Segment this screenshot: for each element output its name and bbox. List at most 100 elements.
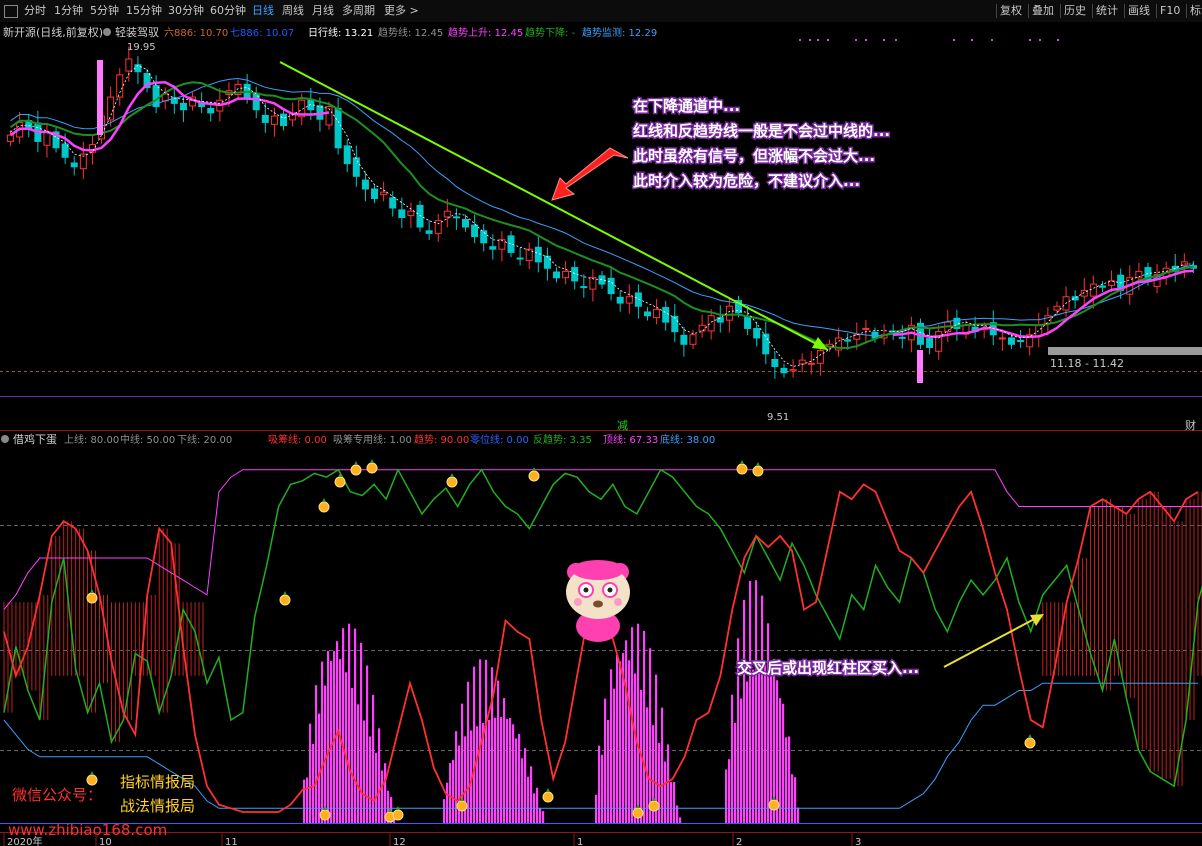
candle-body <box>534 246 542 263</box>
pink-column <box>318 713 321 823</box>
candle-body <box>107 96 115 121</box>
sub-legend-item: 上线: 80.00 <box>64 433 119 446</box>
candle-body <box>261 114 269 123</box>
pink-column <box>342 628 345 823</box>
pink-column <box>782 703 785 823</box>
candle-body <box>352 157 360 177</box>
time-axis-label: 2 <box>736 837 742 846</box>
main-legend-item: 趋势线: 12.45 <box>378 26 443 39</box>
coin-icon <box>632 807 644 819</box>
candle-body <box>425 230 433 234</box>
pink-column <box>515 738 518 823</box>
pink-column <box>610 669 613 823</box>
coin-leaf <box>322 498 326 502</box>
coin-icon <box>736 463 748 475</box>
pink-column <box>485 659 488 823</box>
signal-dot <box>799 39 801 41</box>
candle-body <box>70 162 78 168</box>
coin-leaf <box>283 591 287 595</box>
pink-column <box>503 698 506 823</box>
bear-mascot-icon <box>566 560 630 642</box>
candle-body <box>1017 339 1025 342</box>
candle-body <box>489 246 497 250</box>
candle-body <box>862 327 870 330</box>
main-panel <box>0 22 1202 430</box>
signal-dot <box>953 39 955 41</box>
coin-icon <box>752 465 764 477</box>
candle-body <box>680 334 688 345</box>
pink-column <box>791 774 794 823</box>
candle-body <box>616 296 624 304</box>
sub-legend: 借鸡下蛋 上线: 80.00 中线: 50.00 下线: 20.00 吸筹线: 0.00… <box>1 432 715 446</box>
coin-icon <box>392 809 404 821</box>
pink-column <box>455 731 458 823</box>
candle-body <box>1053 305 1061 311</box>
pink-column <box>330 660 333 823</box>
coin-icon <box>1024 737 1036 749</box>
candle-body <box>43 131 51 146</box>
candle-body <box>280 113 288 127</box>
coin-icon <box>86 592 98 604</box>
coin-leaf <box>740 460 744 464</box>
pink-column <box>542 811 545 823</box>
pink-column <box>354 628 357 823</box>
pink-column <box>604 698 607 823</box>
yellow-arrow-line <box>943 615 1041 668</box>
pink-column <box>360 642 363 823</box>
pink-column <box>372 694 375 823</box>
pink-column <box>369 736 372 823</box>
annotation-line-2: 红线和反趋势线一般是不会过中线的... <box>633 122 890 140</box>
pink-column <box>788 736 791 823</box>
pink-column <box>473 666 476 823</box>
candle-body <box>698 324 706 332</box>
pink-column <box>761 595 764 823</box>
coin-icon <box>528 470 540 482</box>
candle-body <box>671 315 679 333</box>
candle-body <box>1089 283 1097 297</box>
annotation-line-3: 此时虽然有信号，但涨幅不会过大... <box>633 147 875 165</box>
pink-column <box>755 580 758 823</box>
pink-column <box>494 717 497 823</box>
coin-leaf <box>1028 734 1032 738</box>
candle-body <box>543 255 551 269</box>
pink-column <box>607 719 610 823</box>
coin-icon <box>319 809 331 821</box>
pink-column <box>315 685 318 823</box>
collapse-icon[interactable] <box>103 28 111 36</box>
pink-column <box>509 717 512 823</box>
pink-column <box>345 672 348 823</box>
candle-body <box>580 286 588 289</box>
candle-body <box>207 107 215 114</box>
signal-coins <box>86 459 1036 823</box>
candle-body <box>443 210 451 218</box>
coin-leaf <box>636 804 640 808</box>
pink-column <box>770 666 773 823</box>
candle-body <box>898 336 906 339</box>
pink-column <box>443 799 446 823</box>
candle-body <box>61 143 69 158</box>
candle-body <box>762 333 770 355</box>
candle-body <box>270 115 278 125</box>
candle-body <box>389 197 397 209</box>
candle-body <box>125 58 133 72</box>
sub-indicator-name: 借鸡下蛋 <box>13 432 57 446</box>
candle-body <box>725 305 733 321</box>
pink-column <box>518 734 521 823</box>
sub-legend-item: 吸筹线: 0.00 <box>268 433 327 446</box>
candle-body <box>689 334 697 345</box>
pink-column <box>357 704 360 823</box>
collapse-icon[interactable] <box>1 435 9 443</box>
pink-column <box>375 752 378 823</box>
sub-legend-item: 零位线: 0.00 <box>470 433 529 446</box>
pink-column <box>521 758 524 823</box>
coin-icon <box>446 476 458 488</box>
candle-body <box>7 134 15 142</box>
candle-body <box>844 339 852 342</box>
candle-body <box>398 209 406 218</box>
pink-column <box>479 659 482 823</box>
pink-column <box>628 660 631 823</box>
candle-body <box>516 257 524 260</box>
candle-body <box>179 102 187 111</box>
pink-column <box>467 681 470 823</box>
pink-column <box>767 623 770 823</box>
